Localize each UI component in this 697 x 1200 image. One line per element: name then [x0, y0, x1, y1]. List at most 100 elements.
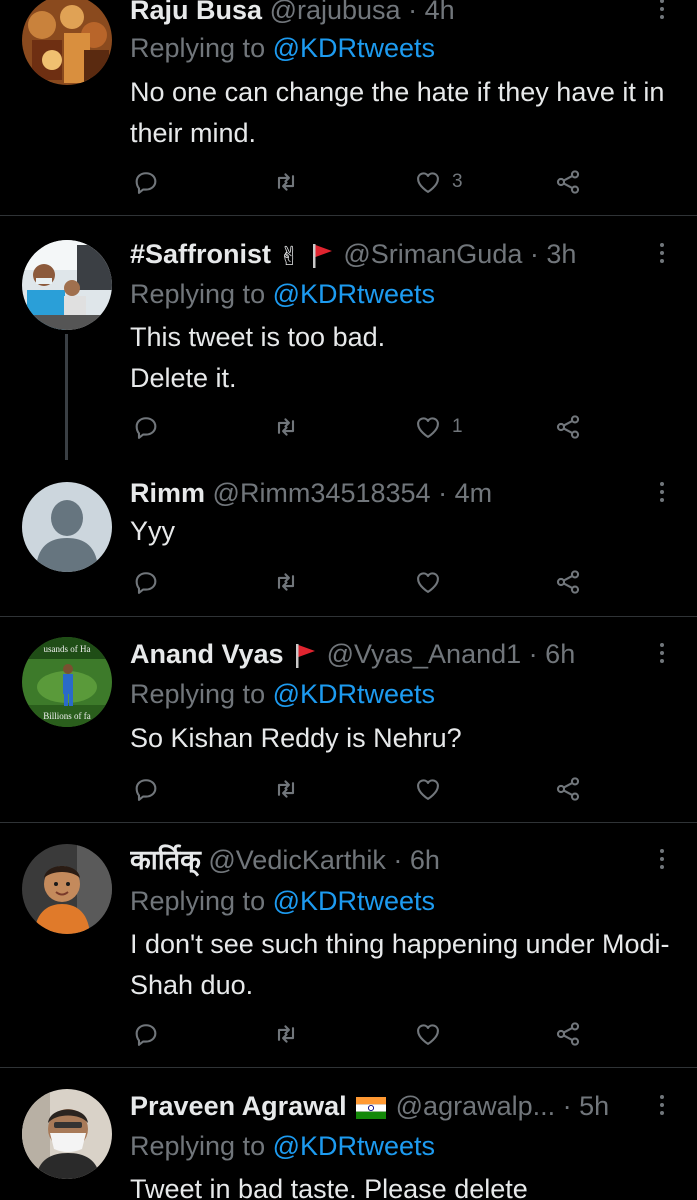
user-handle[interactable]: @Vyas_Anand1	[327, 639, 522, 669]
tweet-text: So Kishan Reddy is Nehru?	[130, 723, 462, 753]
user-handle[interactable]: @VedicKarthik	[208, 845, 386, 875]
mention-link[interactable]: @KDRtweets	[273, 886, 435, 916]
like-count: 1	[452, 416, 463, 437]
reply-button[interactable]	[132, 162, 160, 202]
reply-icon	[132, 568, 160, 596]
replying-to: Replying to @KDRtweets	[130, 279, 436, 309]
like-count: 3	[452, 171, 463, 192]
display-name[interactable]: Rimm	[130, 478, 205, 508]
painting-avatar[interactable]	[22, 0, 112, 85]
more-options-icon[interactable]	[650, 1090, 674, 1120]
tweet-header: Raju Busa @rajubusa · 4h	[130, 0, 650, 30]
share-button[interactable]	[554, 1014, 582, 1054]
retweet-button[interactable]	[272, 1014, 300, 1054]
reply-button[interactable]	[132, 407, 160, 447]
retweet-icon	[272, 775, 300, 803]
retweet-button[interactable]	[272, 562, 300, 602]
replying-to: Replying to @KDRtweets	[130, 1131, 436, 1161]
retweet-button[interactable]	[272, 407, 300, 447]
like-button[interactable]	[414, 1014, 442, 1054]
more-options-icon[interactable]	[650, 638, 674, 668]
share-button[interactable]	[554, 562, 582, 602]
masked-man-avatar[interactable]	[22, 1089, 112, 1179]
share-button[interactable]	[554, 407, 582, 447]
timestamp[interactable]: 6h	[545, 639, 575, 669]
tweet-text: I don't see such thing happening under M…	[130, 929, 670, 1000]
tweet-raju-busa[interactable]: Raju Busa @rajubusa · 4h Replying to @KD…	[0, 0, 697, 215]
reply-icon	[132, 775, 160, 803]
tweet-header: #Saffronist ✌ @SrimanGuda · 3h	[130, 239, 577, 271]
tweet-text: Tweet in bad taste. Please delete	[130, 1174, 528, 1200]
share-icon	[554, 1020, 582, 1048]
timestamp[interactable]: 4m	[455, 478, 493, 508]
car-photo-avatar[interactable]	[22, 240, 112, 330]
default-avatar[interactable]	[22, 482, 112, 572]
user-handle[interactable]: @agrawalp...	[396, 1091, 555, 1121]
tweet-text: Yyy	[130, 516, 176, 546]
heart-icon	[414, 413, 442, 441]
tweet-header: Anand Vyas @Vyas_Anand1 · 6h	[130, 639, 576, 669]
avatar-caption-bottom: Billions of fa	[43, 711, 91, 721]
retweet-button[interactable]	[272, 769, 300, 809]
like-button[interactable]	[414, 562, 442, 602]
replying-to: Replying to @KDRtweets	[130, 33, 436, 63]
tweet-actions: 3	[130, 162, 600, 202]
red-flag-icon	[312, 243, 332, 268]
user-handle[interactable]: @SrimanGuda	[343, 239, 522, 269]
tweet-header: कार्तिक् @VedicKarthik · 6h	[130, 845, 440, 875]
reply-button[interactable]	[132, 562, 160, 602]
timestamp[interactable]: 5h	[579, 1091, 609, 1121]
retweet-icon	[272, 1020, 300, 1048]
timestamp[interactable]: 3h	[546, 239, 576, 269]
tweet-praveen-agrawal[interactable]: Praveen Agrawal @agrawalp... · 5h Replyi…	[0, 1068, 697, 1200]
user-handle[interactable]: @rajubusa	[270, 0, 401, 25]
reply-button[interactable]	[132, 769, 160, 809]
display-name[interactable]: कार्तिक्	[130, 845, 201, 875]
tweet-saffronist[interactable]: #Saffronist ✌ @SrimanGuda · 3h Replying …	[0, 216, 697, 461]
tweet-header: Praveen Agrawal @agrawalp... · 5h	[130, 1091, 610, 1121]
timestamp[interactable]: 4h	[425, 0, 455, 25]
retweet-button[interactable]	[272, 162, 300, 202]
more-options-icon[interactable]	[650, 238, 674, 268]
more-options-icon[interactable]	[650, 477, 674, 507]
timestamp[interactable]: 6h	[410, 845, 440, 875]
avatar-caption-top: usands of Ha	[44, 644, 91, 654]
reply-button[interactable]	[132, 1014, 160, 1054]
mention-link[interactable]: @KDRtweets	[273, 679, 435, 709]
mention-link[interactable]: @KDRtweets	[273, 279, 435, 309]
tweet-text-line: This tweet is too bad.	[130, 322, 386, 352]
share-button[interactable]	[554, 162, 582, 202]
mention-link[interactable]: @KDRtweets	[273, 33, 435, 63]
heart-icon	[414, 568, 442, 596]
tweet-text-line: Delete it.	[130, 363, 237, 393]
tweet-rimm[interactable]: Rimm @Rimm34518354 · 4m Yyy	[0, 462, 697, 616]
user-handle[interactable]: @Rimm34518354	[213, 478, 431, 508]
more-options-icon[interactable]	[650, 0, 674, 24]
display-name[interactable]: Praveen Agrawal	[130, 1091, 347, 1121]
display-name[interactable]: Anand Vyas	[130, 639, 284, 669]
share-button[interactable]	[554, 769, 582, 809]
like-button[interactable]: 1	[414, 407, 463, 447]
tweet-actions	[130, 562, 600, 602]
tweet-header: Rimm @Rimm34518354 · 4m	[130, 478, 493, 508]
share-icon	[554, 168, 582, 196]
child-photo-avatar[interactable]	[22, 844, 112, 934]
like-button[interactable]: 3	[414, 162, 463, 202]
tweet-text: This tweet is too bad. Delete it.	[130, 317, 680, 399]
mention-link[interactable]: @KDRtweets	[273, 1131, 435, 1161]
india-flag-icon	[356, 1096, 387, 1119]
tweet-vedic-karthik[interactable]: कार्तिक् @VedicKarthik · 6h Replying to …	[0, 823, 697, 1067]
share-icon	[554, 775, 582, 803]
cricket-avatar[interactable]: usands of Ha Billions of fa	[22, 637, 112, 727]
like-button[interactable]	[414, 769, 442, 809]
display-name[interactable]: #Saffronist	[130, 239, 271, 269]
heart-icon	[414, 775, 442, 803]
reply-icon	[132, 413, 160, 441]
display-name[interactable]: Raju Busa	[130, 0, 262, 25]
tweet-anand-vyas[interactable]: usands of Ha Billions of fa Anand Vyas @…	[0, 617, 697, 822]
share-icon	[554, 413, 582, 441]
more-options-icon[interactable]	[650, 844, 674, 874]
reply-icon	[132, 1020, 160, 1048]
tweet-actions	[130, 1014, 600, 1054]
heart-icon	[414, 168, 442, 196]
